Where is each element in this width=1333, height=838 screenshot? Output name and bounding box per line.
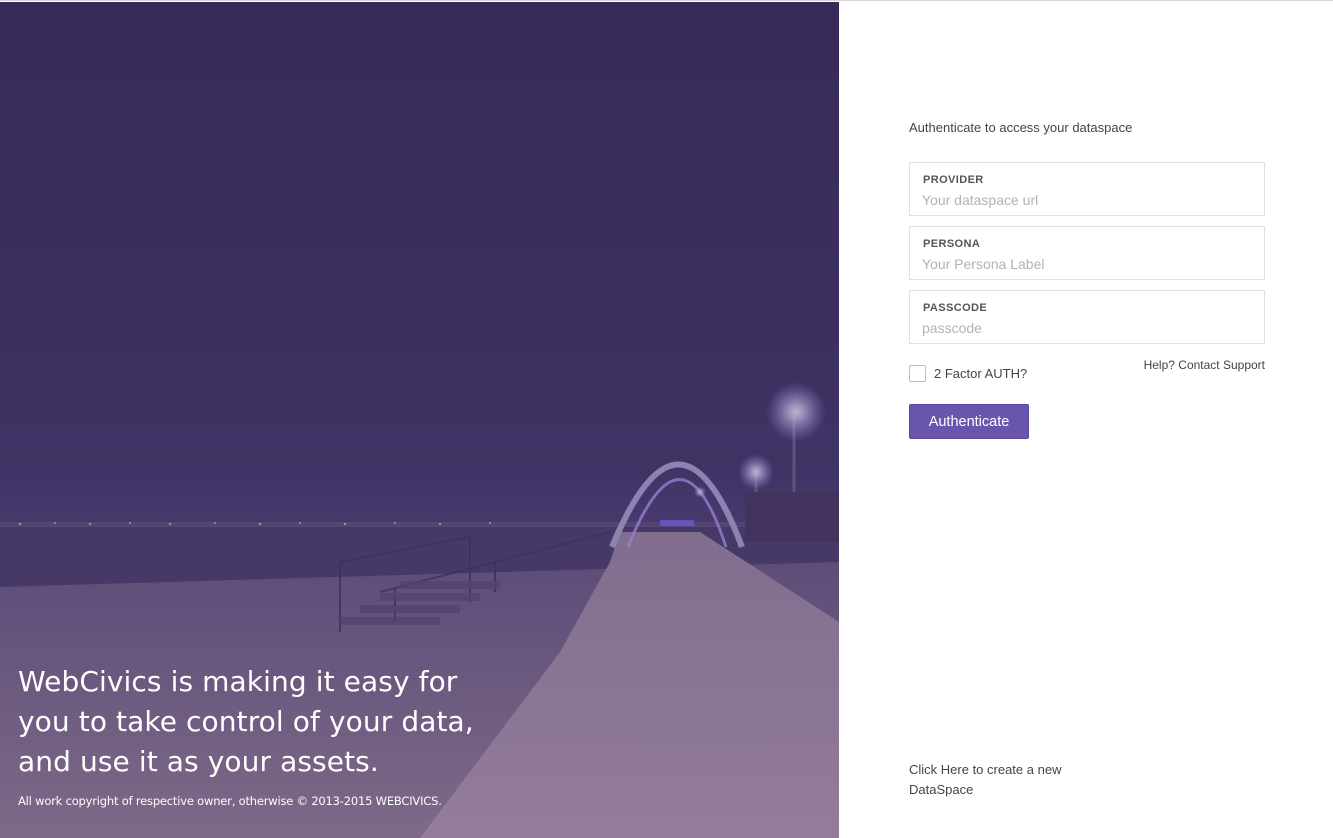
provider-label: PROVIDER [923, 174, 984, 186]
hero-panel: WebCivics is making it easy for you to t… [0, 2, 839, 838]
persona-label: PERSONA [923, 238, 981, 250]
hero-tagline: WebCivics is making it easy for you to t… [18, 665, 474, 778]
two-factor-label: 2 Factor AUTH? [934, 366, 1028, 381]
help-contact-support-link[interactable]: Help? Contact Support [1144, 358, 1265, 372]
auth-panel: Authenticate to access your dataspace PR… [839, 2, 1333, 838]
top-border [0, 0, 1333, 1]
persona-input[interactable] [922, 255, 1242, 273]
copyright-text: All work copyright of respective owner, … [18, 794, 442, 808]
two-factor-option[interactable]: 2 Factor AUTH? [909, 365, 1027, 382]
authenticate-button[interactable]: Authenticate [909, 404, 1029, 439]
provider-field[interactable]: PROVIDER [909, 162, 1265, 216]
persona-field[interactable]: PERSONA [909, 226, 1265, 280]
passcode-input[interactable] [922, 319, 1242, 337]
create-dataspace-link[interactable]: Click Here to create a new DataSpace [909, 760, 1089, 800]
auth-intro-text: Authenticate to access your dataspace [909, 120, 1133, 135]
passcode-field[interactable]: PASSCODE [909, 290, 1265, 344]
passcode-label: PASSCODE [923, 302, 988, 314]
provider-input[interactable] [922, 191, 1242, 209]
two-factor-checkbox[interactable] [909, 365, 926, 382]
